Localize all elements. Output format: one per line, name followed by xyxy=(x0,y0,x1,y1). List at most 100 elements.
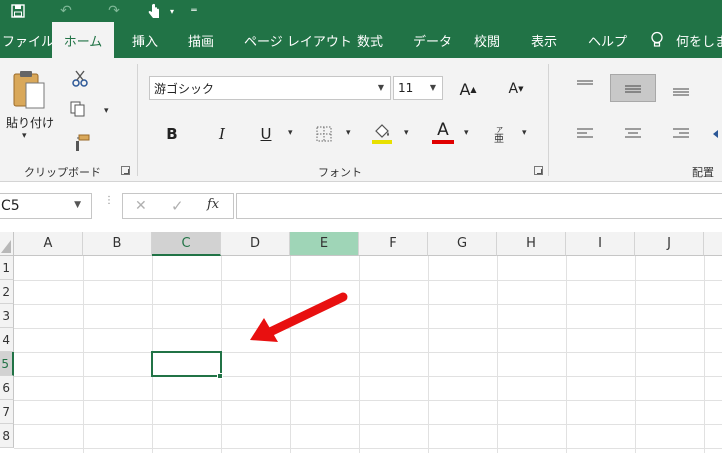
formula-buttons: ✕ ✓ fx xyxy=(122,193,234,219)
column-header-j[interactable]: J xyxy=(635,232,704,256)
bold-button[interactable]: B xyxy=(160,122,184,146)
save-icon[interactable] xyxy=(8,0,28,22)
gridline xyxy=(635,256,636,453)
redo-icon[interactable]: ↷ xyxy=(104,0,124,22)
row-header-8[interactable]: 8 xyxy=(0,424,14,448)
align-middle-icon[interactable] xyxy=(610,74,656,102)
copy-icon[interactable] xyxy=(66,98,90,120)
quick-access-toolbar: ↶ ↷ ▾ ═ xyxy=(0,0,722,22)
tab-view[interactable]: 表示 xyxy=(531,22,557,58)
svg-text:亜: 亜 xyxy=(494,134,504,143)
touch-mode-icon[interactable] xyxy=(144,0,164,22)
row-header-6[interactable]: 6 xyxy=(0,376,14,400)
gridline xyxy=(359,256,360,453)
format-painter-icon[interactable] xyxy=(70,132,94,154)
chevron-down-icon[interactable]: ▾ xyxy=(166,0,178,22)
column-header-d[interactable]: D xyxy=(221,232,290,256)
formula-bar: C5 ▼ ⋮ ✕ ✓ fx xyxy=(0,182,722,232)
gridline xyxy=(428,256,429,453)
column-header-f[interactable]: F xyxy=(359,232,428,256)
column-header-h[interactable]: H xyxy=(497,232,566,256)
row-header-7[interactable]: 7 xyxy=(0,400,14,424)
chevron-down-icon[interactable]: ▾ xyxy=(104,106,109,116)
worksheet-grid[interactable]: A B C D E F G H I J 1 2 3 4 5 6 7 8 xyxy=(0,232,722,453)
chevron-down-icon[interactable]: ▼ xyxy=(378,83,384,92)
alignment-group-label: 配置 xyxy=(692,166,714,179)
cut-icon[interactable] xyxy=(68,68,92,90)
tab-data[interactable]: データ xyxy=(413,22,452,58)
gridline xyxy=(566,256,567,453)
borders-icon[interactable] xyxy=(312,122,336,146)
shrink-font-icon: A xyxy=(508,81,519,97)
grow-font-button[interactable]: A ▲ xyxy=(456,76,480,102)
row-header-2[interactable]: 2 xyxy=(0,280,14,304)
tab-file[interactable]: ファイル xyxy=(2,22,54,58)
align-left-icon[interactable] xyxy=(572,122,598,146)
row-header-3[interactable]: 3 xyxy=(0,304,14,328)
font-color-button[interactable]: A xyxy=(430,118,456,146)
chevron-down-icon[interactable]: ▾ xyxy=(522,128,527,138)
font-size-value: 11 xyxy=(398,81,414,95)
gridline xyxy=(14,352,722,353)
tab-formulas[interactable]: 数式 xyxy=(357,22,383,58)
chevron-down-icon[interactable]: ▾ xyxy=(404,128,409,138)
font-name-combo[interactable]: 游ゴシック ▼ xyxy=(149,76,391,100)
active-cell-c5[interactable] xyxy=(151,351,222,377)
chevron-down-icon[interactable]: ▾ xyxy=(464,128,469,138)
tab-draw[interactable]: 描画 xyxy=(188,22,214,58)
formula-input[interactable] xyxy=(236,193,722,219)
fill-handle[interactable] xyxy=(217,373,223,379)
row-header-1[interactable]: 1 xyxy=(0,256,14,280)
name-box[interactable]: C5 ▼ xyxy=(0,193,92,219)
cancel-icon[interactable]: ✕ xyxy=(135,198,147,214)
tab-page-layout[interactable]: ページ レイアウト xyxy=(244,22,352,58)
gridline xyxy=(704,256,705,453)
formula-bar-grip-icon[interactable]: ⋮ xyxy=(104,196,114,206)
align-center-icon[interactable] xyxy=(620,122,646,146)
enter-icon[interactable]: ✓ xyxy=(171,197,184,215)
font-group-label: フォント xyxy=(318,166,362,179)
column-header-b[interactable]: B xyxy=(83,232,152,256)
clipboard-launcher-icon[interactable] xyxy=(121,166,130,175)
decrease-indent-icon[interactable] xyxy=(712,122,722,146)
tab-insert[interactable]: 挿入 xyxy=(132,22,158,58)
align-right-icon[interactable] xyxy=(668,122,694,146)
phonetic-guide-icon[interactable]: ア亜 xyxy=(488,122,512,146)
column-header-k[interactable] xyxy=(704,232,722,256)
select-all-corner[interactable] xyxy=(0,232,14,256)
column-header-i[interactable]: I xyxy=(566,232,635,256)
column-header-a[interactable]: A xyxy=(14,232,83,256)
align-bottom-icon[interactable] xyxy=(668,78,694,102)
align-top-icon[interactable] xyxy=(572,74,598,98)
fill-color-icon[interactable] xyxy=(370,120,394,146)
row-header-5[interactable]: 5 xyxy=(0,352,14,376)
column-header-e[interactable]: E xyxy=(290,232,359,256)
tell-me-search[interactable]: 何をします xyxy=(676,22,722,58)
chevron-down-icon[interactable]: ▾ xyxy=(346,128,351,138)
chevron-down-icon[interactable]: ▼ xyxy=(430,83,436,92)
column-header-g[interactable]: G xyxy=(428,232,497,256)
customize-icon[interactable]: ═ xyxy=(188,0,200,22)
gridline xyxy=(497,256,498,453)
italic-button[interactable]: I xyxy=(210,122,234,146)
column-header-c[interactable]: C xyxy=(152,232,221,256)
tab-review[interactable]: 校閲 xyxy=(474,22,500,58)
chevron-down-icon[interactable]: ▼ xyxy=(74,200,81,210)
tab-help[interactable]: ヘルプ xyxy=(588,22,627,58)
gridline xyxy=(83,256,84,453)
chevron-down-icon[interactable]: ▾ xyxy=(22,131,27,141)
undo-icon[interactable]: ↶ xyxy=(56,0,76,22)
chevron-down-icon[interactable]: ▾ xyxy=(288,128,293,138)
tab-home[interactable]: ホーム xyxy=(52,22,114,58)
lightbulb-icon[interactable] xyxy=(650,22,664,58)
font-launcher-icon[interactable] xyxy=(534,166,543,175)
paste-icon[interactable] xyxy=(8,66,50,114)
shrink-font-button[interactable]: A ▼ xyxy=(504,76,528,102)
ribbon-tabs: ファイル ホーム 挿入 描画 ページ レイアウト 数式 データ 校閲 表示 ヘル… xyxy=(0,22,722,58)
underline-button[interactable]: U xyxy=(254,122,278,146)
insert-function-icon[interactable]: fx xyxy=(207,197,219,212)
svg-text:ア: ア xyxy=(496,126,503,134)
row-header-4[interactable]: 4 xyxy=(0,328,14,352)
paste-button-label[interactable]: 貼り付け xyxy=(6,114,54,131)
font-size-combo[interactable]: 11 ▼ xyxy=(393,76,443,100)
